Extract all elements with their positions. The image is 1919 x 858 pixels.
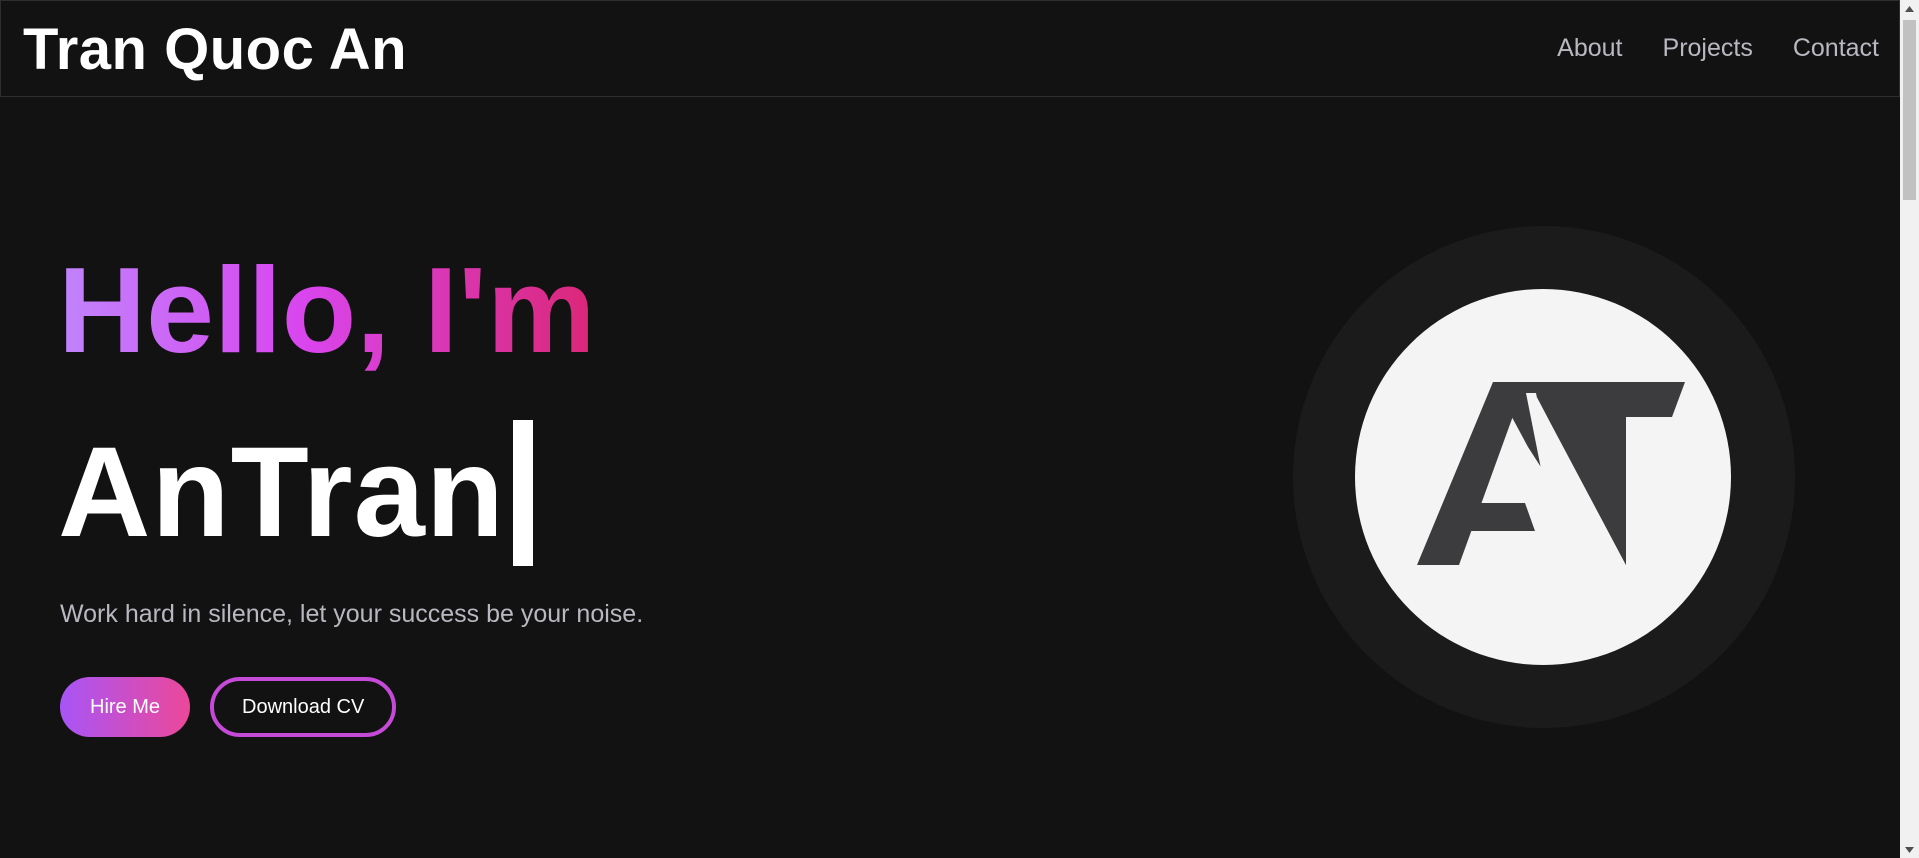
chevron-up-icon[interactable] <box>1900 0 1919 17</box>
main-nav: About Projects Contact <box>1557 31 1879 65</box>
hero-greeting: Hello, I'm <box>58 242 596 378</box>
nav-link-about[interactable]: About <box>1557 31 1622 65</box>
hero-buttons: Hire Me Download CV <box>60 677 397 737</box>
site-header: Tran Quoc An About Projects Contact <box>0 0 1900 97</box>
page: Tran Quoc An About Projects Contact Hell… <box>0 0 1919 858</box>
scrollbar-thumb[interactable] <box>1903 20 1916 200</box>
typing-cursor <box>512 420 533 566</box>
at-monogram-logo <box>1417 382 1685 565</box>
hero-tagline: Work hard in silence, let your success b… <box>60 600 644 628</box>
nav-link-projects[interactable]: Projects <box>1663 31 1753 65</box>
site-brand[interactable]: Tran Quoc An <box>23 15 407 85</box>
chevron-down-icon[interactable] <box>1900 841 1919 858</box>
nav-link-contact[interactable]: Contact <box>1793 31 1879 65</box>
hero-name-line: AnTran <box>58 418 533 568</box>
vertical-scrollbar[interactable] <box>1900 0 1919 858</box>
avatar-ring <box>1293 226 1795 728</box>
download-cv-button[interactable]: Download CV <box>210 677 397 737</box>
hero-name: AnTran <box>58 421 505 564</box>
hire-me-button[interactable]: Hire Me <box>60 677 191 737</box>
avatar <box>1355 289 1731 665</box>
